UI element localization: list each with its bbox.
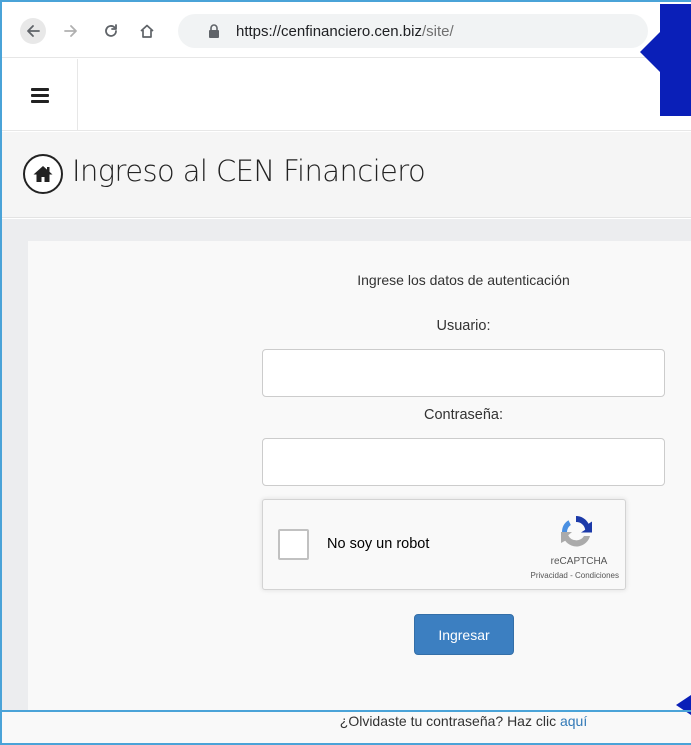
back-button[interactable] — [20, 18, 46, 44]
app-navbar — [2, 59, 691, 131]
annotation-arrow-icon — [640, 30, 662, 74]
annotation-pointer-top — [640, 0, 691, 116]
frame-bottom-line — [0, 710, 691, 712]
address-bar[interactable]: https://cenfinanciero.cen.biz/site/ — [178, 14, 648, 48]
home-button[interactable] — [134, 18, 160, 44]
browser-toolbar: https://cenfinanciero.cen.biz/site/ — [2, 2, 691, 58]
username-label: Usuario: — [436, 318, 491, 334]
recaptcha-label: No soy un robot — [327, 536, 430, 552]
lock-icon — [208, 24, 220, 38]
password-label: Contraseña: — [424, 407, 503, 423]
recaptcha-checkbox[interactable] — [278, 529, 309, 560]
home-icon — [139, 23, 155, 39]
recaptcha-logo-icon — [556, 512, 596, 550]
recaptcha-brand: reCAPTCHA — [550, 556, 608, 567]
forgot-password-link[interactable]: aquí — [560, 713, 587, 729]
reload-button[interactable] — [98, 18, 124, 44]
url-text: https://cenfinanciero.cen.biz/site/ — [236, 23, 454, 40]
page-header: Ingreso al CEN Financiero — [2, 132, 691, 218]
annotation-arrow-bottom-icon — [676, 695, 691, 715]
login-button[interactable]: Ingresar — [414, 614, 514, 655]
recaptcha-terms-link[interactable]: Privacidad - Condiciones — [505, 571, 625, 580]
forgot-password-text: ¿Olvidaste tu contraseña? Haz clic aquí — [262, 713, 665, 729]
annotation-bar — [660, 4, 691, 116]
hamburger-menu-icon — [30, 85, 49, 106]
username-input[interactable] — [262, 349, 665, 397]
recaptcha-widget: No soy un robot reCAPTCHA Privacidad - C… — [262, 499, 626, 590]
forward-arrow-icon — [63, 23, 79, 39]
home-circle-icon — [23, 154, 63, 194]
password-input[interactable] — [262, 438, 665, 486]
page-title: Ingreso al CEN Financiero — [72, 154, 426, 188]
login-instructions: Ingrese los datos de autenticación — [357, 272, 570, 288]
url-host: https://cenfinanciero.cen.biz — [236, 22, 422, 40]
reload-icon — [103, 23, 119, 39]
menu-toggle-button[interactable] — [2, 59, 78, 131]
forgot-password-prompt: ¿Olvidaste tu contraseña? Haz clic — [339, 713, 560, 729]
forward-button[interactable] — [58, 18, 84, 44]
back-arrow-icon — [20, 18, 46, 44]
url-path: /site/ — [421, 22, 454, 40]
